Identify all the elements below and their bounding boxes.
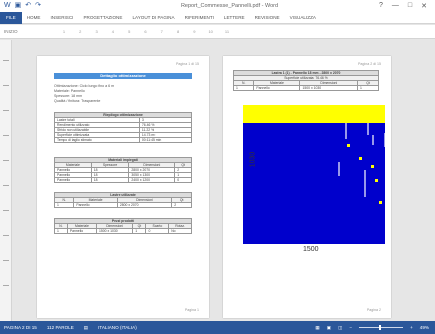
zoom-level[interactable]: 49% bbox=[420, 325, 429, 330]
sheets-table: Lastre utilizzate N. Materiale Dimensioni Q… bbox=[53, 192, 192, 208]
pieces-table: Pezzi prodotti N. Materiale Dimensioni Qt Sc… bbox=[54, 218, 192, 234]
tab-mailings[interactable]: LETTERE bbox=[219, 12, 250, 24]
vertical-ruler[interactable] bbox=[0, 40, 12, 321]
tab-file[interactable]: FILE bbox=[0, 11, 22, 24]
materials-table: Materiali impiegati Materiale Spessore Dim… bbox=[54, 157, 192, 183]
save-icon[interactable]: ▣ bbox=[15, 0, 22, 12]
table-row: 1 Pannello 1500 x 1030 1 0 No bbox=[54, 228, 192, 234]
tab-view[interactable]: VISUALIZZA bbox=[285, 12, 321, 24]
word-count[interactable]: 112 PAROLE bbox=[47, 325, 74, 330]
piece-region bbox=[243, 123, 385, 244]
word-icon: W bbox=[4, 2, 11, 9]
page-header: Pagina 2 di 15 bbox=[358, 62, 381, 66]
help-button[interactable]: ? bbox=[379, 2, 383, 10]
window-title: Report_Commesse_Pannelli.pdf - Word bbox=[180, 3, 279, 9]
ruler-tick: 2 bbox=[79, 29, 82, 34]
window-controls: ? — □ ✕ bbox=[379, 2, 435, 10]
offcut-mark bbox=[347, 144, 350, 147]
ruler-tick: 8 bbox=[176, 29, 180, 34]
print-layout-icon[interactable]: ▣ bbox=[327, 325, 331, 331]
zoom-thumb[interactable] bbox=[379, 325, 382, 330]
table-row: 1 Pannello 1500 x 1030 1 bbox=[232, 85, 379, 91]
info-line: Qualità / finitura: Trasparente bbox=[54, 99, 101, 103]
ruler-tick: 11 bbox=[224, 29, 230, 34]
status-bar: PAGINA 2 DI 15 112 PAROLE ▤ ITALIANO (IT… bbox=[0, 321, 435, 334]
ruler-tick: 6 bbox=[144, 29, 147, 34]
redo-icon[interactable]: ↷ bbox=[35, 0, 41, 12]
ruler-tick: 9 bbox=[193, 29, 196, 34]
zoom-slider[interactable] bbox=[359, 325, 404, 330]
ruler-tick: 5 bbox=[128, 29, 131, 34]
title-bar: W ▣ ↶ ↷ Report_Commesse_Pannelli.pdf - W… bbox=[0, 0, 435, 12]
page-footer: Pagina 2 bbox=[366, 308, 381, 312]
read-mode-icon[interactable]: ▦ bbox=[315, 325, 319, 331]
tab-review[interactable]: REVISIONE bbox=[250, 12, 285, 24]
tab-layout[interactable]: LAYOUT DI PAGINA bbox=[127, 12, 179, 24]
page-count[interactable]: PAGINA 2 DI 15 bbox=[4, 325, 37, 330]
table-row: Tempo di taglio stimato 00:11:45 min bbox=[54, 137, 193, 143]
page-footer: Pagina 1 bbox=[184, 308, 199, 312]
cutting-layout-chart bbox=[243, 105, 385, 244]
info-block: Ottimizzazione: Ciclo lungo fino a 6 m M… bbox=[54, 84, 114, 104]
table-row: 1 Pannello 2800 x 2070 2 bbox=[53, 202, 192, 208]
close-button[interactable]: ✕ bbox=[421, 2, 427, 10]
ruler-tick: 3 bbox=[95, 29, 98, 34]
zoom-in-button[interactable]: + bbox=[410, 325, 413, 330]
web-layout-icon[interactable]: ◫ bbox=[338, 325, 342, 331]
undo-icon[interactable]: ↶ bbox=[25, 0, 31, 12]
quick-access-toolbar: W ▣ ↶ ↷ bbox=[0, 0, 80, 12]
ruler-label: INIZIO bbox=[4, 29, 18, 34]
ruler-tick: 4 bbox=[111, 29, 114, 34]
waste-region bbox=[243, 105, 385, 123]
table-row: Pannello 18 2400 x 1200 0 bbox=[54, 177, 192, 183]
proofing-icon[interactable]: ▤ bbox=[84, 325, 88, 331]
ribbon-tabs: FILE HOME INSERISCI PROGETTAZIONE LAYOUT… bbox=[0, 11, 435, 24]
tab-home[interactable]: HOME bbox=[22, 12, 46, 24]
ruler-tick: 1 bbox=[62, 29, 66, 34]
document-page-1[interactable]: Pagina 1 di 15 Dettaglio ottimizzazione … bbox=[37, 56, 209, 318]
page-header: Pagina 1 di 15 bbox=[176, 62, 199, 66]
ruler-row: INIZIO 1 2 3 4 5 6 7 8 9 10 11 bbox=[0, 25, 435, 39]
zoom-out-button[interactable]: − bbox=[349, 325, 352, 330]
tab-references[interactable]: RIFERIMENTI bbox=[180, 12, 219, 24]
tab-insert[interactable]: INSERISCI bbox=[45, 12, 78, 24]
view-controls: ▦ ▣ ◫ − + 49% bbox=[315, 325, 435, 331]
ruler-tick: 10 bbox=[208, 29, 213, 34]
document-page-2[interactable]: Pagina 2 di 15 Lastra 1 (1) - Pannello 1… bbox=[223, 56, 391, 318]
minimize-button[interactable]: — bbox=[392, 2, 399, 10]
language[interactable]: ITALIANO (ITALIA) bbox=[98, 325, 137, 330]
offcut-mark bbox=[371, 165, 374, 168]
maximize-button[interactable]: □ bbox=[408, 2, 412, 10]
ruler-tick: 7 bbox=[160, 29, 163, 34]
piece-height-label: 1030 bbox=[249, 151, 257, 168]
horizontal-ruler[interactable]: 1 2 3 4 5 6 7 8 9 10 11 bbox=[58, 29, 233, 35]
report-title: Dettaglio ottimizzazione bbox=[54, 73, 192, 79]
offcut-mark bbox=[379, 201, 382, 204]
offcut-mark bbox=[375, 179, 378, 182]
tab-design[interactable]: PROGETTAZIONE bbox=[78, 12, 127, 24]
offcut-mark bbox=[359, 157, 362, 160]
piece-width-label: 1500 bbox=[303, 246, 319, 253]
summary-table: Riepilogo ottimizzazione Lastre totali 3 … bbox=[54, 112, 193, 143]
sheet-detail-table: Lastra 1 (1) - Pannello 18 mm - 2800 x 2… bbox=[232, 70, 379, 91]
